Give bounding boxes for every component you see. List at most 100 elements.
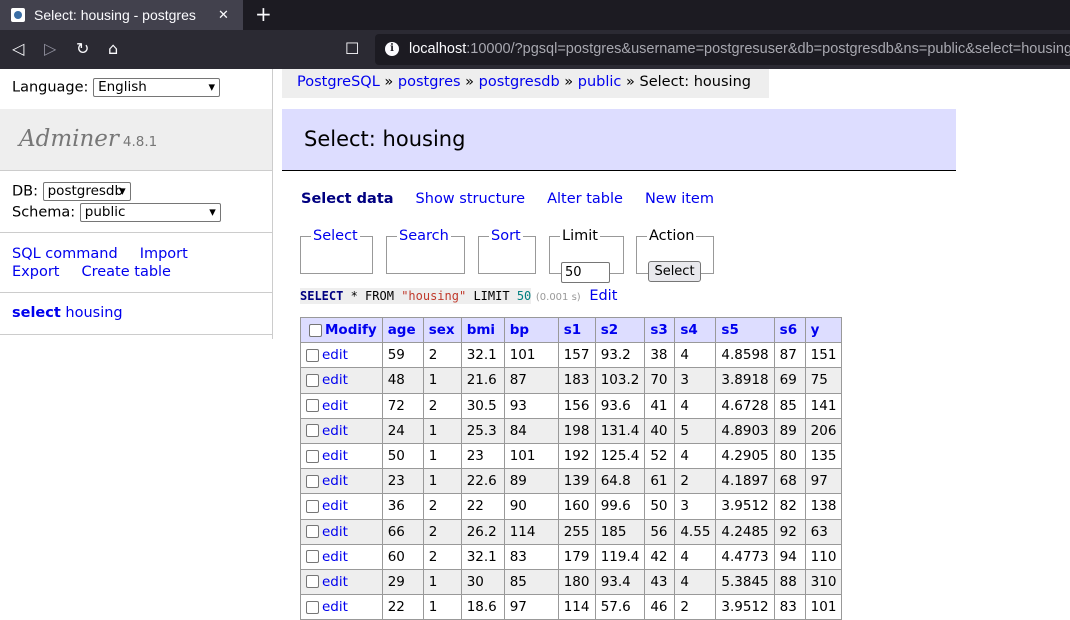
column-header[interactable]: age — [388, 322, 416, 338]
table-cell: 1 — [422, 367, 462, 394]
create-table-link[interactable]: Create table — [81, 264, 171, 280]
row-checkbox[interactable] — [306, 550, 319, 564]
page-header: Select: housing — [282, 109, 956, 171]
sql-command-link[interactable]: SQL command — [12, 246, 118, 262]
column-header[interactable]: sex — [429, 322, 455, 338]
row-checkbox[interactable] — [306, 348, 319, 362]
url-text[interactable]: localhost:10000/?pgsql=postgres&username… — [409, 41, 1070, 57]
row-checkbox[interactable] — [306, 575, 319, 589]
edit-row-link[interactable]: edit — [322, 448, 348, 464]
column-header[interactable]: s1 — [564, 322, 581, 338]
modify-link[interactable]: Modify — [325, 322, 377, 338]
forward-icon[interactable]: ▷ — [44, 39, 56, 59]
table-cell: 5 — [674, 417, 717, 444]
new-tab-icon[interactable]: + — [255, 3, 272, 25]
edit-row-link[interactable]: edit — [322, 423, 348, 439]
column-header[interactable]: bp — [510, 322, 529, 338]
table-cell: 5.3845 — [715, 568, 775, 596]
select-columns-link[interactable]: Select — [313, 228, 358, 244]
table-cell: 70 — [644, 367, 676, 394]
sidebar-border — [272, 69, 273, 339]
row-checkbox[interactable] — [306, 525, 319, 539]
adminer-logo[interactable]: Adminer 4.8.1 — [19, 126, 157, 152]
search-link[interactable]: Search — [399, 228, 449, 244]
row-checkbox[interactable] — [306, 449, 319, 463]
select-all-checkbox[interactable] — [309, 323, 322, 337]
breadcrumb-server[interactable]: postgres — [398, 74, 461, 90]
column-header[interactable]: s4 — [680, 322, 697, 338]
column-header[interactable]: s5 — [721, 322, 738, 338]
reload-icon[interactable]: ↻ — [76, 39, 89, 59]
table-cell: 83 — [773, 594, 806, 620]
new-item-link[interactable]: New item — [645, 191, 714, 207]
browser-tab[interactable]: Select: housing - postgres ✕ — [0, 0, 243, 30]
bookmark-icon[interactable]: ☐ — [345, 39, 359, 59]
schema-select[interactable]: public — [79, 203, 221, 222]
table-cell: 26.2 — [460, 518, 505, 545]
language-value: English — [98, 79, 147, 95]
row-checkbox[interactable] — [306, 499, 319, 513]
breadcrumb-db[interactable]: postgresdb — [479, 74, 560, 90]
table-cell: 85 — [773, 392, 806, 419]
edit-query-link[interactable]: Edit — [589, 288, 617, 304]
row-checkbox[interactable] — [306, 474, 319, 488]
close-tab-icon[interactable]: ✕ — [218, 8, 229, 23]
edit-row-link[interactable]: edit — [322, 473, 348, 489]
table-link-housing[interactable]: housing — [65, 305, 122, 321]
table-cell: 4 — [674, 568, 717, 596]
row-checkbox[interactable] — [306, 424, 319, 438]
select-table-link[interactable]: select — [12, 305, 61, 321]
language-select[interactable]: English — [93, 78, 221, 97]
column-header[interactable]: s2 — [601, 322, 618, 338]
table-row: edit 23 1 22.6 89 139 64.8 61 2 4.1897 68 97 — [300, 468, 843, 495]
table-cell: 1 — [422, 442, 462, 470]
table-cell: 3 — [674, 367, 717, 394]
table-row: edit 66 2 26.2 114 255 185 56 4.55 4.2485 92 63 — [300, 518, 843, 545]
table-cell: 50 — [644, 493, 676, 520]
edit-row-link[interactable]: edit — [322, 498, 348, 514]
show-structure-link[interactable]: Show structure — [416, 191, 526, 207]
import-link[interactable]: Import — [140, 246, 188, 262]
breadcrumb-driver[interactable]: PostgreSQL — [297, 74, 380, 90]
row-checkbox[interactable] — [306, 600, 319, 614]
table-cell: 101 — [503, 442, 559, 470]
table-cell: 87 — [773, 342, 806, 369]
sort-link[interactable]: Sort — [491, 228, 521, 244]
edit-row-link[interactable]: edit — [322, 372, 348, 388]
column-header[interactable]: bmi — [467, 322, 495, 338]
schema-value: public — [84, 204, 126, 220]
column-header[interactable]: y — [811, 322, 820, 338]
sql-limit: 50 — [516, 289, 532, 303]
address-bar[interactable]: i localhost:10000/?pgsql=postgres&userna… — [375, 34, 1070, 65]
edit-row-link[interactable]: edit — [322, 599, 348, 615]
alter-table-link[interactable]: Alter table — [547, 191, 623, 207]
edit-row-link[interactable]: edit — [322, 574, 348, 590]
edit-row-link[interactable]: edit — [322, 347, 348, 363]
edit-row-link[interactable]: edit — [322, 524, 348, 540]
breadcrumb-schema[interactable]: public — [578, 74, 622, 90]
url-host: localhost — [409, 41, 467, 57]
row-checkbox[interactable] — [306, 399, 319, 413]
logo-box: Adminer 4.8.1 — [0, 109, 272, 171]
edit-row-link[interactable]: edit — [322, 398, 348, 414]
column-header[interactable]: s6 — [780, 322, 797, 338]
action-fieldset: Action Select — [636, 228, 714, 282]
row-actions: edit — [300, 392, 383, 419]
version: 4.8.1 — [122, 134, 158, 150]
export-link[interactable]: Export — [12, 264, 59, 280]
row-checkbox[interactable] — [306, 373, 319, 387]
back-icon[interactable]: ◁ — [12, 39, 24, 59]
db-select[interactable]: postgresdb — [42, 182, 131, 201]
edit-row-link[interactable]: edit — [322, 549, 348, 565]
schema-label: Schema: — [12, 204, 76, 221]
select-data-current: Select data — [301, 191, 394, 207]
home-icon[interactable]: ⌂ — [108, 39, 118, 59]
limit-input[interactable] — [561, 262, 610, 283]
table-cell: 4 — [674, 392, 717, 419]
table-cell: 310 — [804, 568, 843, 596]
column-header[interactable]: s3 — [650, 322, 667, 338]
select-button[interactable]: Select — [648, 261, 701, 282]
site-info-icon[interactable]: i — [385, 42, 399, 56]
row-actions: edit — [300, 417, 383, 444]
table-cell: 85 — [503, 568, 559, 596]
